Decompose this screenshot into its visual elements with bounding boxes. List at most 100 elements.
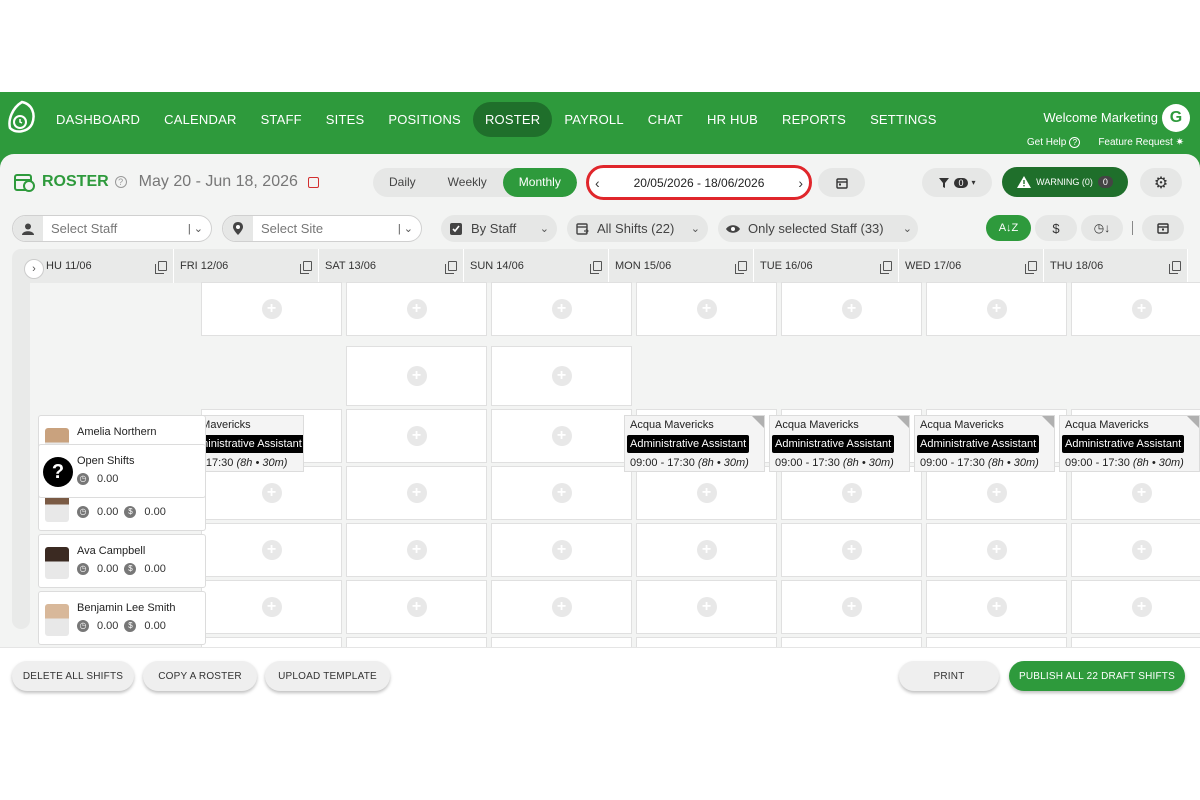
app-logo-icon[interactable] xyxy=(6,100,38,136)
add-shift-icon[interactable]: + xyxy=(551,426,572,446)
copy-icon[interactable] xyxy=(300,261,312,274)
shift-card[interactable]: Acqua Mavericks Administrative Assistant 0… xyxy=(1059,415,1200,472)
group-by-dropdown[interactable]: By Staff ⌄ xyxy=(441,215,557,242)
empty-shift-cell[interactable]: + xyxy=(1071,466,1200,520)
copy-icon[interactable] xyxy=(735,261,747,274)
empty-shift-cell[interactable]: + xyxy=(1071,523,1200,577)
date-range-value[interactable]: 20/05/2026 - 18/06/2026 xyxy=(634,176,765,190)
shift-card[interactable]: Acqua Mavericks Administrative Assistant 0… xyxy=(914,415,1055,472)
nav-reports[interactable]: REPORTS xyxy=(770,102,858,137)
nav-settings[interactable]: SETTINGS xyxy=(858,102,949,137)
add-shift-icon[interactable]: + xyxy=(261,483,282,503)
filter-button[interactable]: 0 ▾ xyxy=(922,168,992,197)
nav-hr-hub[interactable]: HR HUB xyxy=(695,102,770,137)
empty-shift-cell[interactable]: + xyxy=(491,523,632,577)
settings-button[interactable]: ⚙ xyxy=(1140,168,1182,197)
add-shift-icon[interactable]: + xyxy=(261,597,282,617)
add-shift-icon[interactable]: + xyxy=(841,540,862,560)
empty-shift-cell[interactable]: + xyxy=(491,346,632,406)
user-avatar-icon[interactable]: G xyxy=(1162,104,1190,132)
add-shift-icon[interactable]: + xyxy=(551,366,572,386)
copy-roster-button[interactable]: COPY A ROSTER xyxy=(143,661,257,691)
add-shift-icon[interactable]: + xyxy=(1131,540,1152,560)
copy-icon[interactable] xyxy=(1025,261,1037,274)
empty-shift-cell[interactable]: + xyxy=(491,282,632,336)
sort-cost-button[interactable]: $ xyxy=(1035,215,1077,241)
calendar-icon[interactable] xyxy=(307,176,319,188)
copy-icon[interactable] xyxy=(880,261,892,274)
copy-icon[interactable] xyxy=(445,261,457,274)
empty-shift-cell[interactable]: + xyxy=(346,409,487,463)
calendar-view-button[interactable] xyxy=(1142,215,1184,241)
publish-shifts-button[interactable]: PUBLISH ALL 22 DRAFT SHIFTS xyxy=(1009,661,1185,691)
copy-icon[interactable] xyxy=(590,261,602,274)
nav-roster[interactable]: ROSTER xyxy=(472,101,553,137)
empty-shift-cell[interactable]: + xyxy=(201,580,342,634)
add-shift-icon[interactable]: + xyxy=(986,483,1007,503)
add-shift-icon[interactable]: + xyxy=(696,483,717,503)
add-shift-icon[interactable]: + xyxy=(406,540,427,560)
staff-card-open-shifts[interactable]: ? Open Shifts ◷ 0.00 xyxy=(38,444,206,498)
add-shift-icon[interactable]: + xyxy=(841,597,862,617)
visibility-dropdown[interactable]: Only selected Staff (33) ⌄ xyxy=(718,215,918,242)
add-shift-icon[interactable]: + xyxy=(406,597,427,617)
add-shift-icon[interactable]: + xyxy=(986,299,1007,319)
empty-shift-cell[interactable]: + xyxy=(346,523,487,577)
warning-button[interactable]: WARNING (0) 0 xyxy=(1002,167,1128,197)
empty-shift-cell[interactable]: + xyxy=(1071,580,1200,634)
empty-shift-cell[interactable]: + xyxy=(781,466,922,520)
add-shift-icon[interactable]: + xyxy=(551,483,572,503)
nav-payroll[interactable]: PAYROLL xyxy=(552,102,635,137)
add-shift-icon[interactable]: + xyxy=(696,540,717,560)
add-shift-icon[interactable]: + xyxy=(841,299,862,319)
info-icon[interactable]: ? xyxy=(114,176,127,188)
add-shift-icon[interactable]: + xyxy=(696,299,717,319)
empty-shift-cell[interactable]: + xyxy=(636,466,777,520)
view-weekly-tab[interactable]: Weekly xyxy=(432,168,503,197)
view-monthly-tab[interactable]: Monthly xyxy=(502,168,577,197)
add-shift-icon[interactable]: + xyxy=(406,483,427,503)
empty-shift-cell[interactable]: + xyxy=(636,282,777,336)
feature-request-link[interactable]: Feature Request ✷ xyxy=(1098,137,1184,148)
next-range-button[interactable]: › xyxy=(798,175,803,191)
shift-card[interactable]: Acqua Mavericks Administrative Assistant 0… xyxy=(769,415,910,472)
prev-range-button[interactable]: ‹ xyxy=(595,175,600,191)
print-button[interactable]: PRINT xyxy=(899,661,999,691)
empty-shift-cell[interactable]: + xyxy=(636,580,777,634)
empty-shift-cell[interactable]: + xyxy=(926,466,1067,520)
empty-shift-cell[interactable]: + xyxy=(1071,282,1200,336)
add-shift-icon[interactable]: + xyxy=(261,299,282,319)
empty-shift-cell[interactable]: + xyxy=(346,346,487,406)
add-shift-icon[interactable]: + xyxy=(406,366,427,386)
add-shift-icon[interactable]: + xyxy=(986,540,1007,560)
calendar-picker-button[interactable] xyxy=(818,168,865,197)
add-shift-icon[interactable]: + xyxy=(261,540,282,560)
nav-calendar[interactable]: CALENDAR xyxy=(152,102,248,137)
upload-template-button[interactable]: UPLOAD TEMPLATE xyxy=(265,661,390,691)
add-shift-icon[interactable]: + xyxy=(551,540,572,560)
empty-shift-cell[interactable]: + xyxy=(346,466,487,520)
add-shift-icon[interactable]: + xyxy=(1131,483,1152,503)
view-daily-tab[interactable]: Daily xyxy=(373,168,432,197)
nav-chat[interactable]: CHAT xyxy=(636,102,695,137)
add-shift-icon[interactable]: + xyxy=(406,426,427,446)
get-help-link[interactable]: Get Help? xyxy=(1027,137,1081,148)
add-shift-icon[interactable]: + xyxy=(986,597,1007,617)
staff-card[interactable]: Ava Campbell ◷ 0.00 $0.00 xyxy=(38,534,206,588)
expand-sidebar-button[interactable]: › xyxy=(24,259,44,279)
copy-icon[interactable] xyxy=(1169,261,1181,274)
empty-shift-cell[interactable]: + xyxy=(491,580,632,634)
add-shift-icon[interactable]: + xyxy=(1131,597,1152,617)
empty-shift-cell[interactable]: + xyxy=(346,580,487,634)
sort-az-button[interactable]: A↓Z xyxy=(986,215,1031,241)
select-site-input[interactable]: Select Site | ⌄ xyxy=(222,215,422,242)
add-shift-icon[interactable]: + xyxy=(841,483,862,503)
delete-all-shifts-button[interactable]: DELETE ALL SHIFTS xyxy=(12,661,134,691)
nav-sites[interactable]: SITES xyxy=(314,102,377,137)
empty-shift-cell[interactable]: + xyxy=(781,523,922,577)
empty-shift-cell[interactable]: + xyxy=(201,282,342,336)
add-shift-icon[interactable]: + xyxy=(551,299,572,319)
empty-shift-cell[interactable]: + xyxy=(201,466,342,520)
add-shift-icon[interactable]: + xyxy=(1131,299,1152,319)
empty-shift-cell[interactable]: + xyxy=(636,523,777,577)
